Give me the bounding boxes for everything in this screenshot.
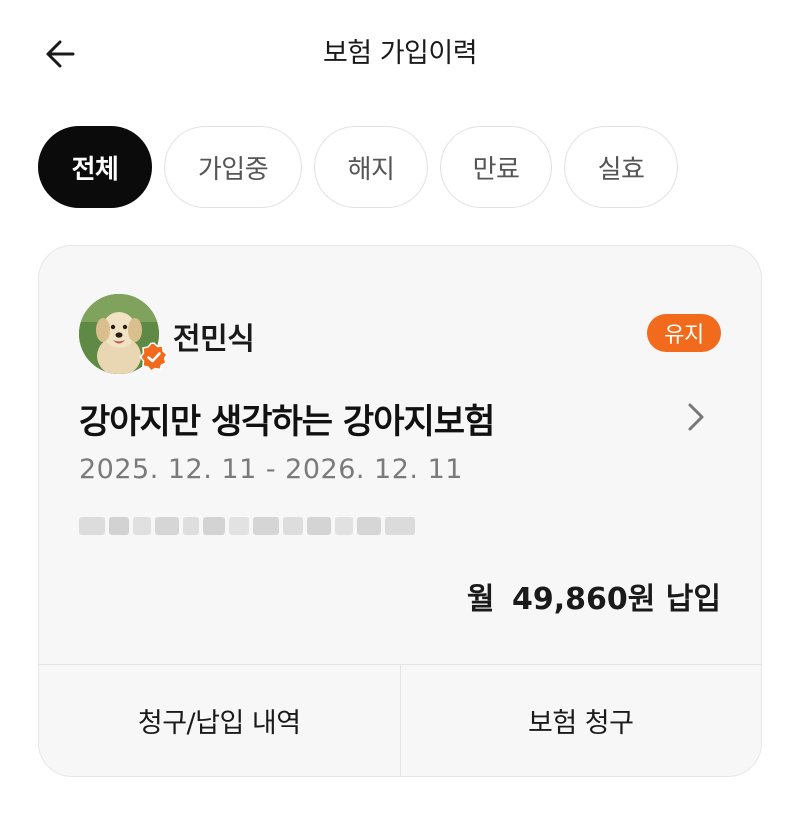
monthly-premium: 월 49,860원 납입 (467, 574, 721, 618)
filter-chip-lapsed[interactable]: 실효 (564, 126, 678, 208)
filter-chip-all[interactable]: 전체 (38, 126, 152, 208)
premium-amount: 49,860원 납입 (511, 582, 721, 617)
filter-chips: 전체 가입중 해지 만료 실효 (38, 126, 678, 210)
card-actions: 청구/납입 내역 보험 청구 (39, 664, 761, 776)
verified-badge-icon (139, 342, 168, 372)
top-bar: 보험 가입이력 (0, 0, 800, 108)
masked-policy-number (79, 517, 415, 535)
insurance-claim-button[interactable]: 보험 청구 (399, 665, 762, 776)
filter-chip-active[interactable]: 가입중 (164, 126, 302, 208)
page-title: 보험 가입이력 (322, 38, 478, 69)
insurance-card[interactable]: 전민식 유지 강아지만 생각하는 강아지보험 2025. 12. 11 - 20… (38, 245, 762, 777)
product-name[interactable]: 강아지만 생각하는 강아지보험 (79, 394, 495, 443)
status-badge: 유지 (647, 314, 721, 352)
chevron-right-icon[interactable] (681, 399, 711, 435)
owner-name: 전민식 (173, 322, 255, 357)
claim-payment-history-button[interactable]: 청구/납입 내역 (39, 665, 400, 776)
filter-chip-expired[interactable]: 만료 (440, 126, 552, 208)
premium-prefix: 월 (466, 582, 495, 617)
filter-chip-cancelled[interactable]: 해지 (314, 126, 428, 208)
coverage-period: 2025. 12. 11 - 2026. 12. 11 (79, 454, 463, 485)
